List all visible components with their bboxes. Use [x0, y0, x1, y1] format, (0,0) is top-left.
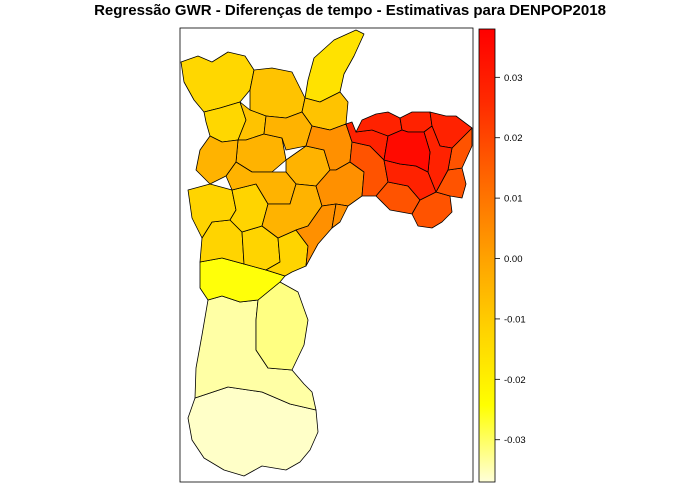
- legend-ticks: 0.03 0.02 0.01 0.00 -0.01 -0.02 -0.03: [495, 73, 526, 446]
- legend-tick-label: -0.02: [504, 375, 526, 386]
- legend-tick-label: -0.01: [504, 314, 526, 325]
- legend-color-bar: [478, 28, 496, 483]
- legend-tick-label: 0.03: [504, 73, 523, 84]
- legend-tick-label: 0.02: [504, 133, 523, 144]
- legend-tick-label: 0.01: [504, 194, 523, 205]
- legend-tick-label: 0.00: [504, 254, 523, 265]
- map-canvas: 0.03 0.02 0.01 0.00 -0.01 -0.02 -0.03: [179, 27, 526, 483]
- color-legend: 0.03 0.02 0.01 0.00 -0.01 -0.02 -0.03: [478, 28, 526, 483]
- legend-tick-label: -0.03: [504, 435, 526, 446]
